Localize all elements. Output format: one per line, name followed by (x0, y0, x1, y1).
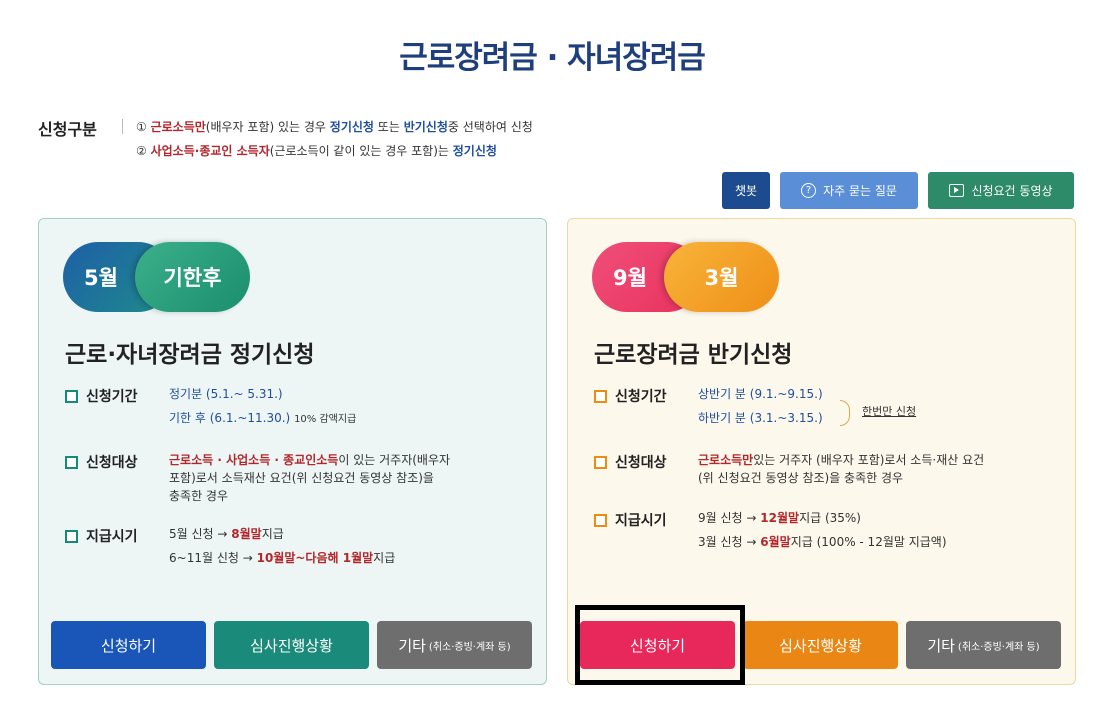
period-value: 상반기 분 (9.1.~9.15.) 하반기 분 (3.1.~3.15.) (698, 385, 823, 427)
income-types: 근로소득 · 사업소득 · 종교인소득 (169, 453, 339, 467)
period-line-1: 상반기 분 (9.1.~9.15.) (698, 387, 823, 401)
period-line-1: 정기분 (5.1.~ 5.31.) (169, 387, 283, 401)
number-marker: ① (136, 120, 147, 134)
label-text: 신청대상 (615, 455, 667, 471)
label-text: 신청기간 (615, 389, 667, 405)
target-line-1: 있는 거주자 (배우자 포함)로서 소득·재산 요건 (753, 453, 985, 467)
target-line-1: 이 있는 거주자(배우자 (338, 453, 451, 467)
target-value: 근로소득 · 사업소득 · 종교인소득이 있는 거주자(배우자 포함)로서 소득… (169, 451, 450, 505)
period-line-2: 하반기 분 (3.1.~3.15.) (698, 411, 823, 425)
divider (122, 119, 123, 134)
payment-label: 지급시기 (594, 510, 667, 530)
description-text: (근로소득이 같이 있는 경우 포함)는 (269, 144, 449, 158)
payment-line-1: 9월 신청 → (698, 511, 757, 525)
income-types: 근로소득만 (698, 453, 754, 467)
regular-review-status-button[interactable]: 심사진행상황 (214, 621, 369, 669)
requirements-video-button[interactable]: 신청요건 동영상 (928, 172, 1074, 209)
period-label: 신청기간 (594, 386, 667, 406)
button-label: 심사진행상황 (250, 636, 333, 655)
badge-late: 기한후 (135, 242, 250, 312)
button-label: 기타 (398, 636, 426, 655)
half-year-other-button[interactable]: 기타 (취소·증빙·계좌 등) (906, 621, 1061, 669)
checkbox-icon (65, 389, 78, 403)
button-label: 기타 (927, 636, 955, 655)
payment-suffix: 지급 (261, 527, 284, 541)
button-label: 심사진행상황 (779, 636, 862, 655)
payment-date: 6월말 (760, 535, 791, 549)
target-line-3: 충족한 경우 (169, 489, 229, 503)
payment-label: 지급시기 (65, 526, 138, 546)
label-text: 신청기간 (86, 389, 138, 405)
period-line-2-text: 기한 후 (6.1.~11.30.) (169, 411, 291, 425)
chatbot-button[interactable]: 챗봇 (722, 172, 770, 209)
panel-title: 근로장려금 반기신청 (594, 342, 793, 368)
label-text: 지급시기 (615, 513, 667, 529)
checkbox-icon (594, 455, 607, 469)
play-icon (949, 184, 965, 197)
number-marker: ② (136, 144, 147, 158)
apply-once-note: 한번만 신청 (862, 405, 917, 418)
payment-value: 5월 신청 → 8월말지급 6~11월 신청 → 10월말~다음해 1월말지급 (169, 525, 395, 567)
target-label: 신청대상 (65, 452, 138, 472)
payment-line-2: 3월 신청 → (698, 535, 757, 549)
period-line-2: 기한 후 (6.1.~11.30.) 10% 감액지급 (169, 409, 356, 429)
video-label: 신청요건 동영상 (971, 184, 1053, 198)
checkbox-icon (594, 389, 607, 403)
description-text: (배우자 포함) 있는 경우 (205, 120, 326, 134)
page-title: 근로장려금 · 자녀장려금 (399, 40, 706, 76)
highlight-text: 반기신청 (403, 120, 448, 134)
highlight-text: 정기신청 (452, 144, 497, 158)
button-label: 신청하기 (100, 636, 157, 655)
apply-type-line-1: ① 근로소득만(배우자 포함) 있는 경우 정기신청 또는 반기신청중 선택하여… (136, 118, 533, 135)
payment-date: 10월말~다음해 1월말 (256, 551, 374, 565)
apply-type-label: 신청구분 (38, 120, 97, 139)
chatbot-label: 챗봇 (734, 184, 758, 198)
payment-line-2: 6~11월 신청 → (169, 551, 253, 565)
highlight-text: 사업소득·종교인 소득자 (150, 144, 270, 158)
highlight-box (575, 605, 745, 685)
period-badge: 5월 기한후 (63, 242, 250, 312)
reduction-note: 10% 감액지급 (294, 414, 357, 425)
button-note: (취소·증빙·계좌 등) (428, 641, 511, 653)
apply-type-line-2: ② 사업소득·종교인 소득자(근로소득이 같이 있는 경우 포함)는 정기신청 (136, 142, 497, 159)
brace-icon (840, 400, 850, 426)
faq-button[interactable]: ? 자주 묻는 질문 (780, 172, 918, 209)
description-text: 중 선택하여 신청 (447, 120, 533, 134)
period-badge: 9월 3월 (592, 242, 779, 312)
regular-other-button[interactable]: 기타 (취소·증빙·계좌 등) (377, 621, 532, 669)
payment-suffix: 지급 (35%) (799, 511, 861, 525)
description-text: 또는 (377, 120, 400, 134)
label-text: 지급시기 (86, 529, 138, 545)
panel-title: 근로·자녀장려금 정기신청 (65, 342, 315, 368)
label-text: 신청대상 (86, 455, 138, 471)
target-value: 근로소득만있는 거주자 (배우자 포함)로서 소득·재산 요건 (위 신청요건 … (698, 451, 984, 487)
regular-application-panel: 5월 기한후 근로·자녀장려금 정기신청 신청기간 정기분 (5.1.~ 5.3… (38, 218, 547, 685)
target-line-2: (위 신청요건 동영상 참조)을 충족한 경우 (698, 471, 904, 485)
highlight-text: 근로소득만 (150, 120, 206, 134)
regular-apply-button[interactable]: 신청하기 (51, 621, 206, 669)
half-year-review-status-button[interactable]: 심사진행상황 (743, 621, 898, 669)
button-note: (취소·증빙·계좌 등) (957, 641, 1040, 653)
target-label: 신청대상 (594, 452, 667, 472)
payment-suffix: 지급 (100% - 12월말 지급액) (790, 535, 947, 549)
payment-value: 9월 신청 → 12월말지급 (35%) 3월 신청 → 6월말지급 (100%… (698, 509, 947, 551)
target-line-2: 포함)로서 소득재산 요건(위 신청요건 동영상 참조)을 (169, 471, 434, 485)
badge-month-2: 3월 (664, 242, 779, 312)
period-label: 신청기간 (65, 386, 138, 406)
period-value: 정기분 (5.1.~ 5.31.) 기한 후 (6.1.~11.30.) 10%… (169, 385, 356, 429)
checkbox-icon (65, 455, 78, 469)
checkbox-icon (65, 529, 78, 543)
faq-label: 자주 묻는 질문 (823, 184, 897, 198)
question-icon: ? (801, 183, 817, 198)
payment-date: 12월말 (760, 511, 800, 525)
checkbox-icon (594, 513, 607, 527)
payment-date: 8월말 (231, 527, 262, 541)
payment-suffix: 지급 (373, 551, 396, 565)
payment-line-1: 5월 신청 → (169, 527, 228, 541)
highlight-text: 정기신청 (329, 120, 374, 134)
